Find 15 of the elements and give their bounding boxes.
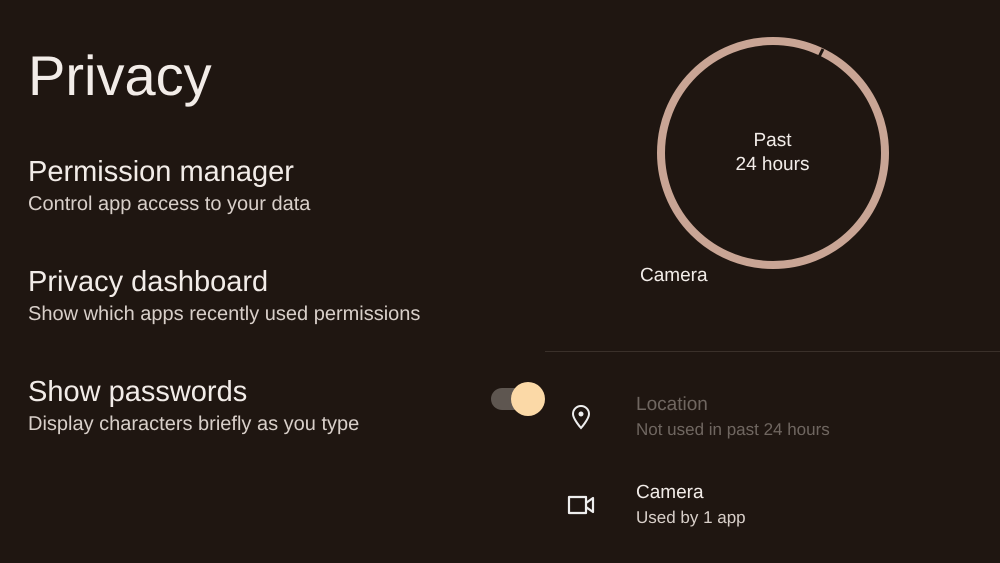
ring-label: 24 hours: [736, 153, 810, 177]
video-camera-icon: [567, 494, 595, 516]
setting-title[interactable]: Permission manager: [28, 154, 545, 190]
setting-description: Display characters briefly as you type: [28, 412, 360, 437]
permission-usage: Used by 1 app: [636, 507, 746, 529]
permission-name[interactable]: Camera: [636, 480, 746, 506]
toggle-switch[interactable]: [491, 382, 545, 416]
ring-caption: Camera: [640, 265, 709, 287]
permission-usage: Not used in past 24 hours: [636, 419, 830, 441]
ring-label: Past: [753, 129, 792, 153]
page-title: Privacy: [28, 44, 213, 108]
setting-title[interactable]: Show passwords: [28, 374, 491, 410]
setting-description: Show which apps recently used permissions: [28, 302, 422, 327]
setting-title[interactable]: Privacy dashboard: [28, 264, 545, 300]
setting-description: Control app access to your data: [28, 192, 312, 217]
